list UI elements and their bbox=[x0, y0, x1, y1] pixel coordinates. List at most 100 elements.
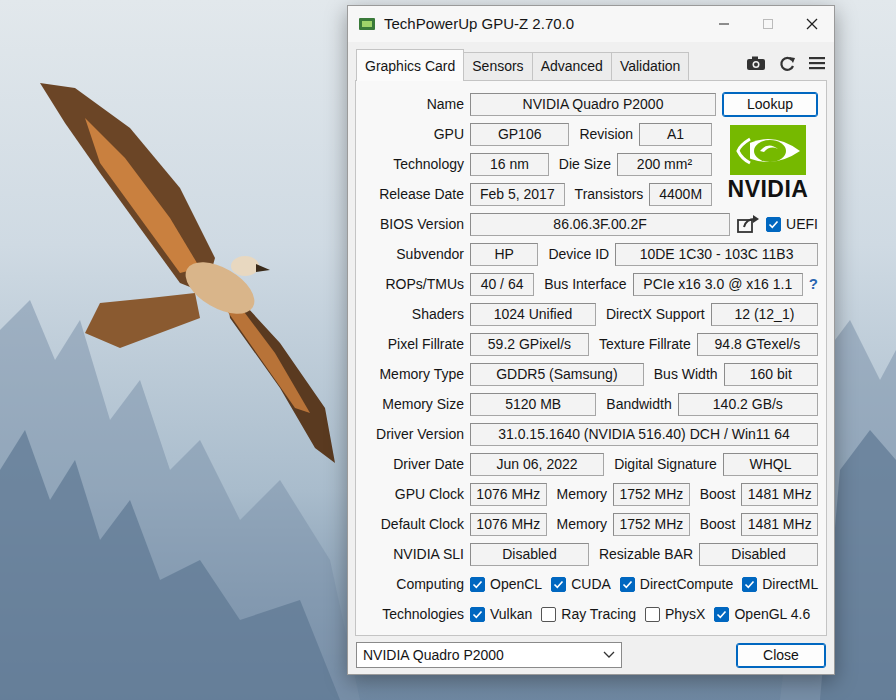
field-label: Shaders bbox=[364, 304, 464, 325]
spec-rows: GPUGP106RevisionA1Technology16 nmDie Siz… bbox=[364, 119, 712, 209]
field-label: Texture Fillrate bbox=[595, 334, 691, 355]
checkbox[interactable] bbox=[620, 577, 635, 592]
checkbox-label: Vulkan bbox=[490, 604, 532, 625]
checkbox[interactable] bbox=[714, 607, 729, 622]
graphics-card-panel: NameNVIDIA Quadro P2000LookupGPUGP106Rev… bbox=[355, 80, 827, 636]
app-icon bbox=[358, 16, 376, 32]
field-value: A1 bbox=[639, 123, 712, 146]
field-label: Name bbox=[364, 94, 464, 115]
close-button[interactable]: Close bbox=[736, 643, 826, 668]
feature-row: Technologies Vulkan Ray Tracing PhysX OpenGL… bbox=[364, 599, 818, 629]
tab-strip: Graphics CardSensorsAdvancedValidation bbox=[348, 42, 834, 80]
chevron-down-icon bbox=[603, 651, 615, 659]
feature-checkbox[interactable]: Vulkan bbox=[470, 604, 532, 625]
field-label: Bandwidth bbox=[602, 394, 671, 415]
help-button[interactable]: ? bbox=[809, 273, 818, 296]
info-row: Release DateFeb 5, 2017Transistors4400M bbox=[364, 179, 712, 209]
checkbox[interactable] bbox=[551, 577, 566, 592]
close-icon[interactable] bbox=[790, 6, 834, 42]
field-label: Die Size bbox=[555, 154, 611, 175]
tab[interactable]: Advanced bbox=[532, 52, 612, 80]
minimize-icon[interactable] bbox=[702, 6, 746, 42]
logo-text: NVIDIA bbox=[728, 177, 809, 202]
refresh-icon[interactable] bbox=[778, 55, 796, 73]
feature-checkbox[interactable]: Ray Tracing bbox=[541, 604, 636, 625]
field-value: 160 bit bbox=[724, 363, 818, 386]
field-value: WHQL bbox=[723, 453, 818, 476]
uefi-checkbox[interactable]: UEFI bbox=[766, 214, 818, 235]
checkbox[interactable] bbox=[541, 607, 556, 622]
field-label: Memory Type bbox=[364, 364, 464, 385]
info-row: Shaders1024 UnifiedDirectX Support12 (12… bbox=[364, 299, 818, 329]
checkbox[interactable] bbox=[645, 607, 660, 622]
checkbox-label: OpenGL 4.6 bbox=[734, 604, 810, 625]
field-value: 86.06.3F.00.2F bbox=[470, 213, 730, 236]
field-label: Memory Size bbox=[364, 394, 464, 415]
field-value: 1752 MHz bbox=[613, 483, 690, 506]
share-icon[interactable] bbox=[736, 214, 760, 234]
field-label: NVIDIA SLI bbox=[364, 544, 464, 565]
feature-checkbox[interactable]: PhysX bbox=[645, 604, 705, 625]
info-row: Driver DateJun 06, 2022Digital Signature… bbox=[364, 449, 818, 479]
info-row: SubvendorHPDevice ID10DE 1C30 - 103C 11B… bbox=[364, 239, 818, 269]
field-value: 12 (12_1) bbox=[711, 303, 818, 326]
menu-icon[interactable] bbox=[808, 55, 826, 73]
field-label: Bus Width bbox=[650, 364, 718, 385]
field-label: Digital Signature bbox=[610, 454, 717, 475]
feature-list: OpenCL CUDA DirectCompute DirectML bbox=[470, 574, 818, 595]
field-value: 1076 MHz bbox=[470, 483, 547, 506]
field-value: 1076 MHz bbox=[470, 513, 547, 536]
field-label: Memory bbox=[553, 484, 608, 505]
device-select[interactable]: NVIDIA Quadro P2000 bbox=[356, 642, 622, 668]
field-label: Device ID bbox=[544, 244, 609, 265]
field-label: DirectX Support bbox=[602, 304, 705, 325]
field-label: Bus Interface bbox=[540, 274, 627, 295]
field-label: Technologies bbox=[364, 604, 464, 625]
checkbox-label: DirectML bbox=[762, 574, 818, 595]
field-value: 1752 MHz bbox=[613, 513, 690, 536]
tab[interactable]: Sensors bbox=[463, 52, 532, 80]
feature-checkbox[interactable]: DirectML bbox=[742, 574, 818, 595]
field-label: Subvendor bbox=[364, 244, 464, 265]
osprey-icon bbox=[30, 78, 350, 478]
nvidia-eye-icon bbox=[730, 125, 806, 175]
nvidia-logo: NVIDIA bbox=[718, 125, 818, 202]
toolbar bbox=[746, 49, 826, 73]
feature-checkbox[interactable]: OpenGL 4.6 bbox=[714, 604, 810, 625]
info-row: GPUGP106RevisionA1 bbox=[364, 119, 712, 149]
field-label: BIOS Version bbox=[364, 214, 464, 235]
camera-icon[interactable] bbox=[746, 55, 766, 73]
field-label: Transistors bbox=[571, 184, 644, 205]
checkbox-label: CUDA bbox=[571, 574, 611, 595]
info-row: Pixel Fillrate59.2 GPixel/sTexture Fillr… bbox=[364, 329, 818, 359]
spec-block: GPUGP106RevisionA1Technology16 nmDie Siz… bbox=[364, 119, 818, 209]
checkbox[interactable] bbox=[470, 577, 485, 592]
feature-checkbox[interactable]: DirectCompute bbox=[620, 574, 733, 595]
name-row: NameNVIDIA Quadro P2000Lookup bbox=[364, 89, 818, 119]
checkbox[interactable] bbox=[470, 607, 485, 622]
window-title: TechPowerUp GPU-Z 2.70.0 bbox=[384, 13, 702, 36]
field-value: 1481 MHz bbox=[741, 483, 818, 506]
checkbox-label: OpenCL bbox=[490, 574, 542, 595]
field-label: Driver Version bbox=[364, 424, 464, 445]
field-value: 10DE 1C30 - 103C 11B3 bbox=[615, 243, 818, 266]
feature-checkbox[interactable]: CUDA bbox=[551, 574, 611, 595]
field-value: 5120 MB bbox=[470, 393, 596, 416]
field-value: Disabled bbox=[699, 543, 818, 566]
title-bar: TechPowerUp GPU-Z 2.70.0 bbox=[348, 6, 834, 42]
field-value: 59.2 GPixel/s bbox=[470, 333, 589, 356]
field-label: Boost bbox=[696, 484, 736, 505]
lookup-button[interactable]: Lookup bbox=[722, 92, 818, 117]
checkbox[interactable] bbox=[742, 577, 757, 592]
checkbox[interactable] bbox=[766, 217, 781, 232]
feature-checkbox[interactable]: OpenCL bbox=[470, 574, 542, 595]
info-row: GPU Clock1076 MHzMemory1752 MHzBoost1481… bbox=[364, 479, 818, 509]
info-row: Memory TypeGDDR5 (Samsung)Bus Width160 b… bbox=[364, 359, 818, 389]
tab[interactable]: Graphics Card bbox=[356, 49, 464, 81]
field-value: Feb 5, 2017 bbox=[470, 183, 565, 206]
info-row: NVIDIA SLIDisabledResizable BARDisabled bbox=[364, 539, 818, 569]
field-value: GP106 bbox=[470, 123, 569, 146]
field-value: 31.0.15.1640 (NVIDIA 516.40) DCH / Win11… bbox=[470, 423, 818, 446]
field-label: Technology bbox=[364, 154, 464, 175]
tab[interactable]: Validation bbox=[611, 52, 689, 80]
